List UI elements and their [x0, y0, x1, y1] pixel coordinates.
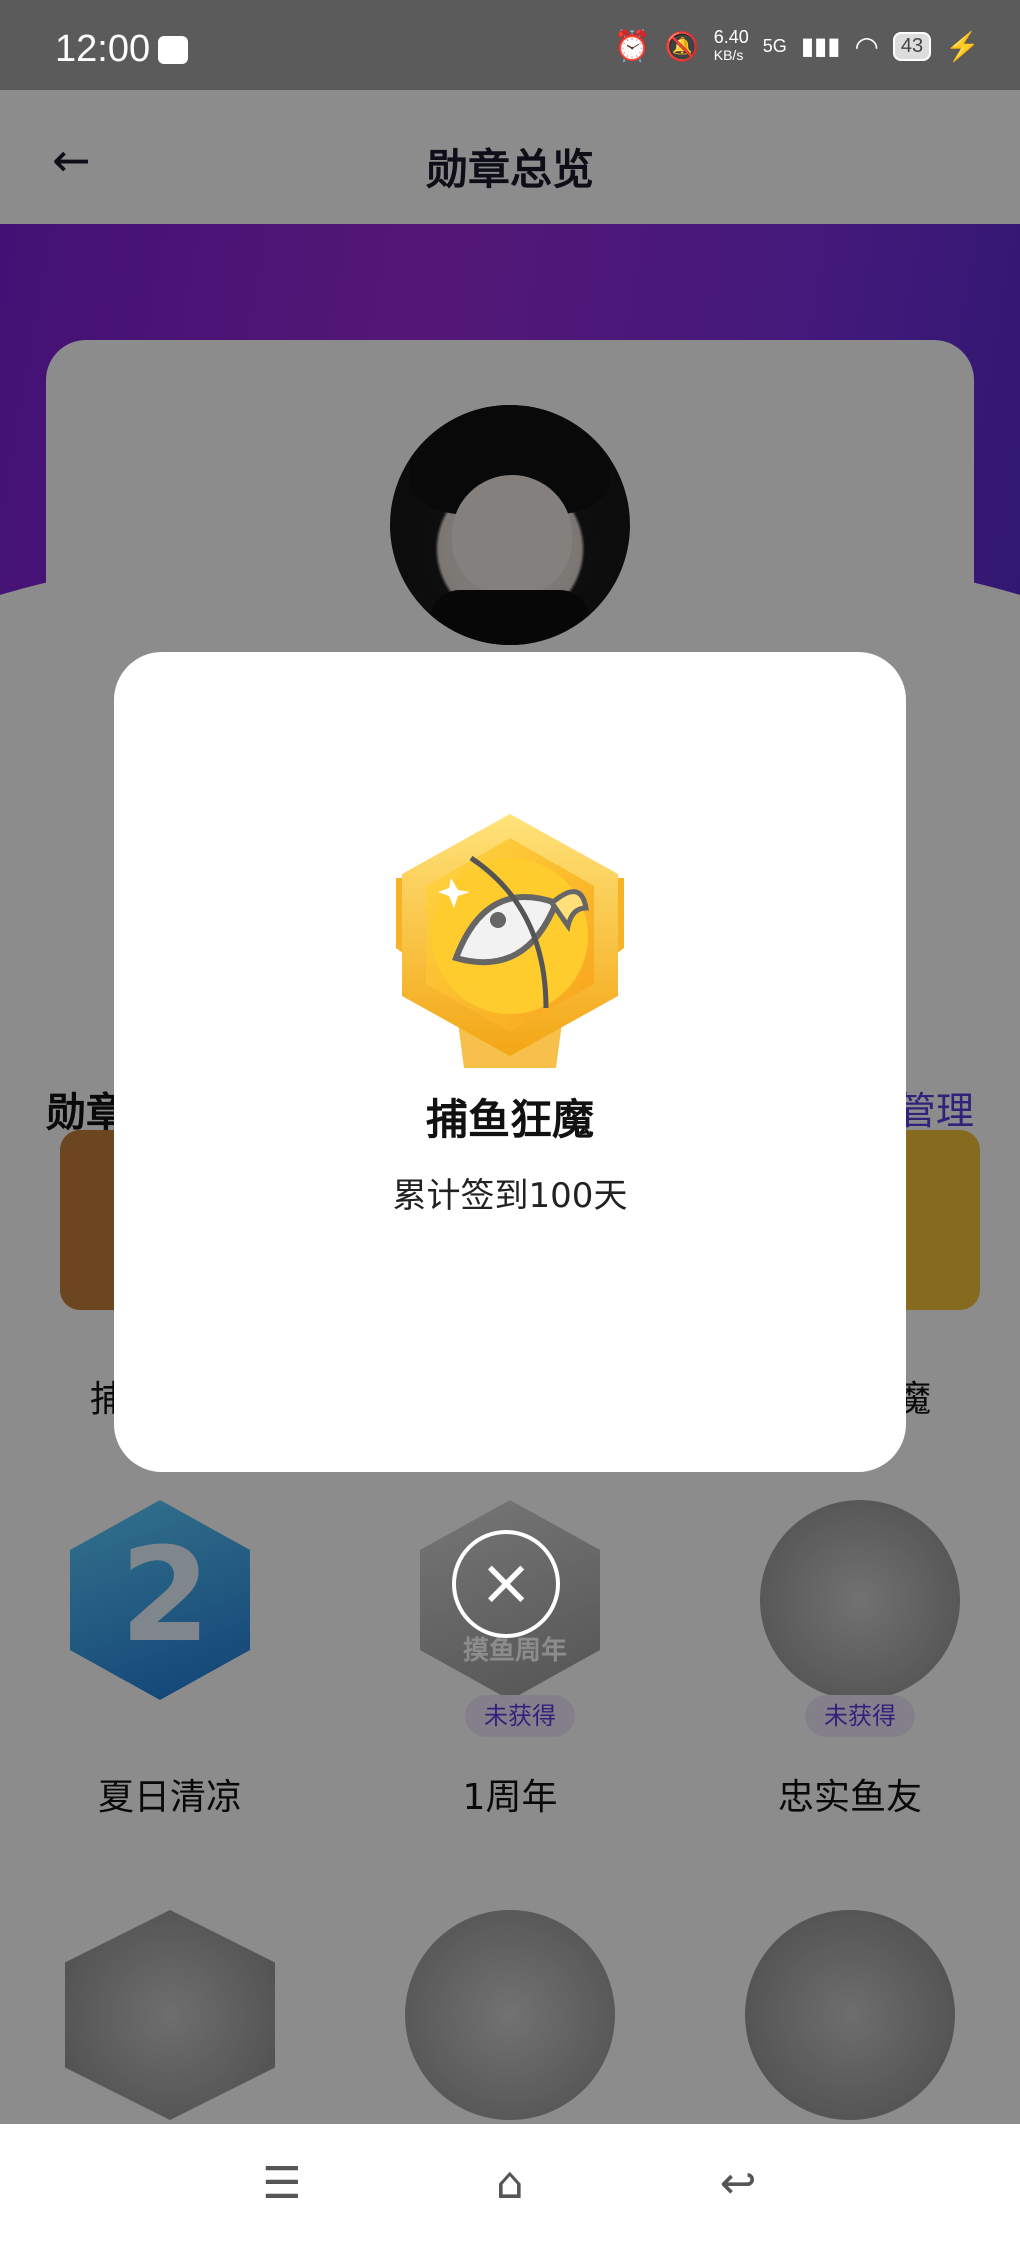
signal-label: 5G: [762, 35, 787, 56]
home-icon: ⌂: [496, 2158, 524, 2209]
badge-detail-modal: 捕鱼狂魔 累计签到100天: [114, 652, 906, 1472]
modal-description: 累计签到100天: [392, 1176, 628, 1216]
back-nav-icon: ↩: [719, 2158, 757, 2209]
battery-indicator: 43: [892, 31, 932, 61]
menu-button[interactable]: ☰: [252, 2160, 312, 2208]
status-time: 12:00: [55, 28, 151, 70]
system-nav-bar: ☰ ⌂ ↩: [0, 2124, 1020, 2244]
message-notification-icon: [158, 36, 188, 64]
home-button[interactable]: ⌂: [480, 2160, 540, 2208]
fish-hunter-badge-icon: [396, 814, 624, 1068]
charging-icon: ⚡: [945, 30, 980, 62]
close-icon: ×: [479, 1546, 533, 1620]
mute-icon: 🔕: [664, 30, 700, 62]
wifi-icon: ◠: [854, 30, 879, 62]
status-bar: 12:00 ⏰ 🔕 6.40 KB/s 5G ▮▮▮ ◠ 43 ⚡: [0, 0, 1020, 90]
alarm-icon: ⏰: [613, 29, 651, 63]
close-button[interactable]: ×: [452, 1530, 560, 1638]
status-icons: ⏰ 🔕 6.40 KB/s 5G ▮▮▮ ◠ 43 ⚡: [614, 28, 980, 64]
net-speed: 6.40 KB/s: [713, 27, 749, 63]
back-nav-button[interactable]: ↩: [708, 2160, 768, 2208]
modal-title: 捕鱼狂魔: [425, 1095, 594, 1144]
signal-icon: ▮▮▮: [800, 32, 841, 60]
menu-icon: ☰: [262, 2158, 302, 2209]
